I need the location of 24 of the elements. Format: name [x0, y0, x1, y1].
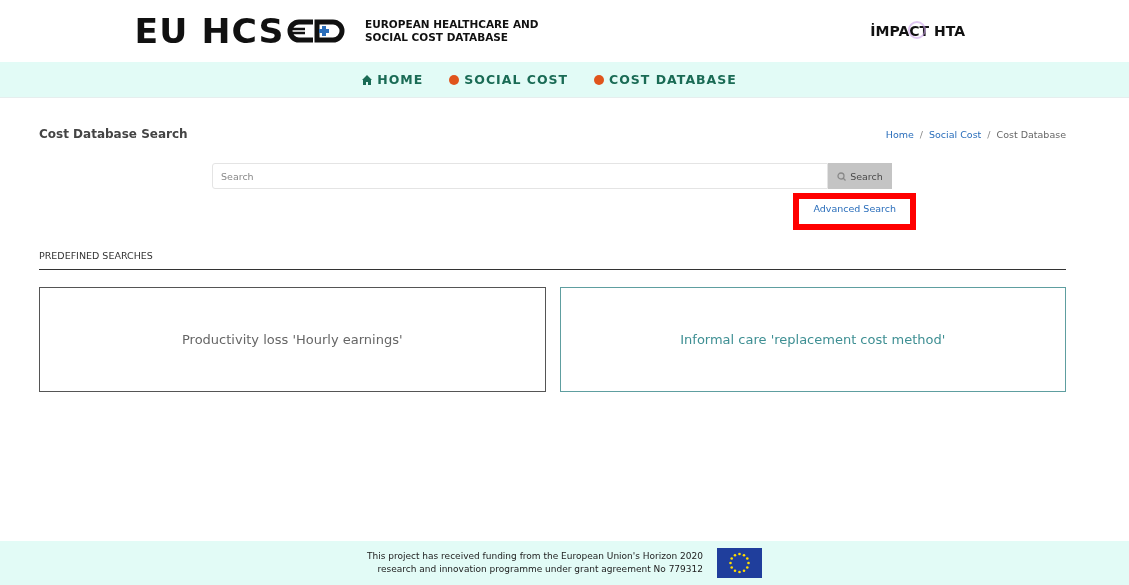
nav-link[interactable]: HOME [362, 72, 424, 87]
eu-flag-icon [717, 548, 762, 578]
nav-link[interactable]: COST DATABASE [594, 72, 737, 87]
nav-link[interactable]: SOCIAL COST [449, 72, 569, 87]
logo-caption: EUROPEAN HEALTHCARE AND SOCIAL COST DATABASE [365, 18, 539, 44]
search-field[interactable]: Search [212, 163, 828, 189]
section-heading: PREDEFINED SEARCHES [39, 250, 1066, 270]
page-title: Cost Database Search [39, 127, 188, 141]
search-icon [837, 171, 847, 181]
dot-icon [594, 74, 605, 85]
logo-text: EU HCS [134, 11, 285, 51]
predefined-search-card[interactable]: Informal care 'replacement cost method' [559, 287, 1066, 392]
partner-logo: İMPACT HTA [870, 23, 965, 39]
advanced-search-link[interactable]: Advanced Search [793, 193, 916, 230]
breadcrumb-link[interactable]: Home [885, 128, 914, 140]
funding-text: This project has received funding from the European Union's Horizon 2020 research and innovation programme under grant agreement No 779312 [367, 550, 703, 576]
breadcrumb-current-page: Cost Database [996, 128, 1066, 140]
home-icon [362, 74, 373, 85]
breadcrumb-separator: / [987, 128, 991, 140]
breadcrumb-separator: / [919, 128, 923, 140]
breadcrumb-link[interactable]: Social Cost [929, 128, 982, 140]
predefined-search-card[interactable]: Productivity loss 'Hourly earnings' [39, 287, 546, 392]
dot-icon [449, 74, 460, 85]
search-button[interactable]: Search [828, 163, 892, 189]
